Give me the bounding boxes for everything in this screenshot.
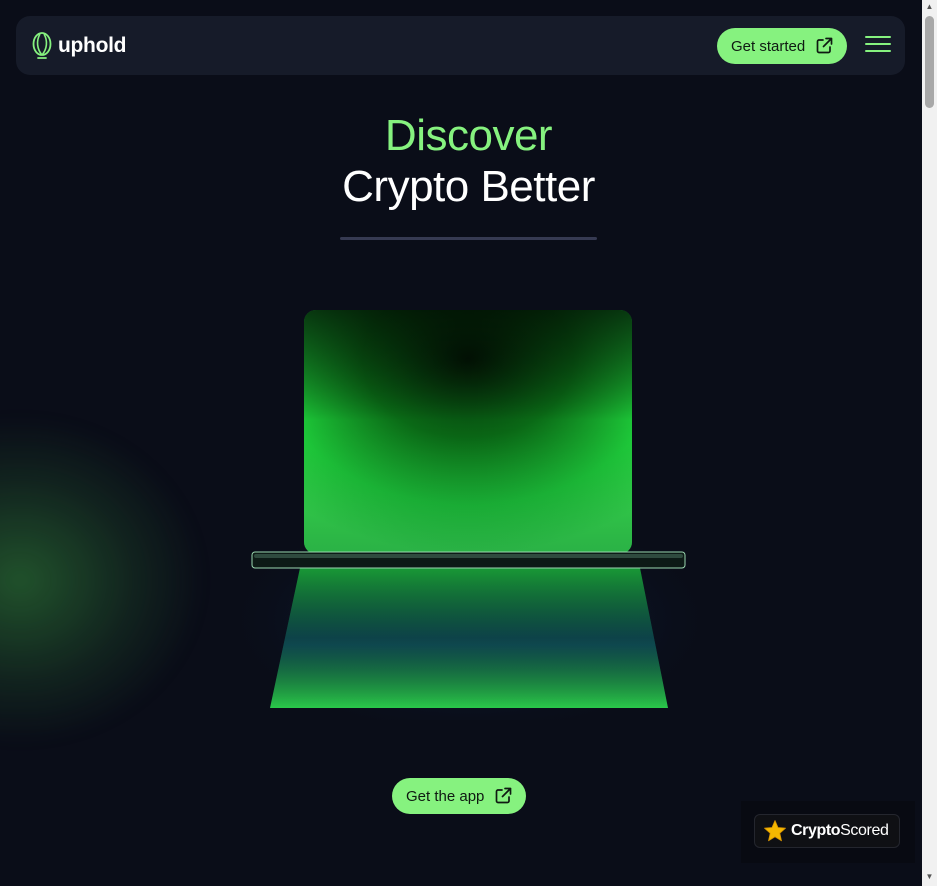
badge-brand-bold: Crypto bbox=[791, 822, 841, 839]
cryptoscored-badge-container: CryptoScored bbox=[741, 801, 915, 863]
cryptoscored-label: CryptoScored bbox=[791, 822, 889, 840]
scroll-up-arrow-icon[interactable]: ▲ bbox=[924, 2, 935, 11]
scrollbar-thumb[interactable] bbox=[925, 16, 934, 108]
brand-name: uphold bbox=[58, 34, 127, 57]
get-the-app-label: Get the app bbox=[406, 787, 485, 805]
external-link-icon bbox=[496, 787, 512, 804]
badge-brand-light: Scored bbox=[840, 822, 889, 839]
external-link-icon bbox=[816, 37, 833, 54]
star-icon bbox=[764, 820, 786, 842]
page-scrollbar[interactable] bbox=[922, 0, 937, 886]
get-started-button[interactable]: Get started bbox=[717, 28, 848, 64]
hero-device-illustration bbox=[240, 310, 700, 720]
get-the-app-button[interactable]: Get the app bbox=[392, 778, 527, 814]
hero-divider bbox=[340, 237, 597, 240]
ambient-glow bbox=[0, 420, 200, 740]
get-started-label: Get started bbox=[731, 37, 806, 55]
page: uphold Get started Discover Crypto Bette… bbox=[0, 0, 937, 886]
hamburger-menu-icon[interactable] bbox=[865, 36, 891, 56]
top-nav-bar: uphold Get started bbox=[16, 16, 905, 75]
hero-title-line2: Crypto Better bbox=[342, 162, 595, 211]
uphold-logo-icon bbox=[32, 32, 52, 59]
hero-title-line1: Discover bbox=[384, 111, 553, 160]
uphold-logo[interactable]: uphold bbox=[32, 31, 126, 61]
cryptoscored-badge[interactable]: CryptoScored bbox=[754, 814, 900, 848]
scroll-down-arrow-icon[interactable]: ▼ bbox=[924, 872, 935, 881]
